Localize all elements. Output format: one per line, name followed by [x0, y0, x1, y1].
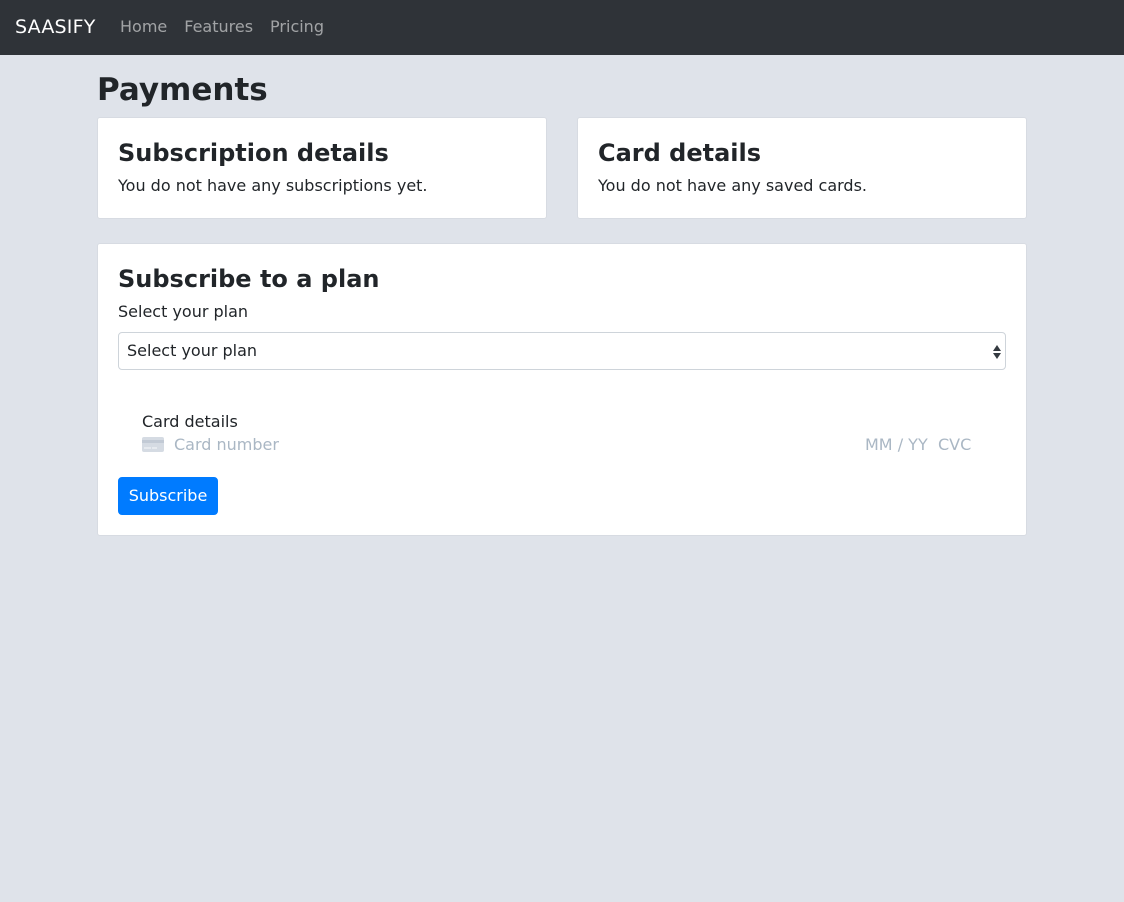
subscription-details-title: Subscription details: [118, 139, 389, 167]
subscribe-button[interactable]: Subscribe: [118, 477, 218, 515]
card-details-label: Card details: [142, 412, 238, 431]
brand-link[interactable]: SAASIFY: [15, 14, 96, 40]
subscription-details-card: Subscription details You do not have any…: [97, 117, 547, 219]
navbar: SAASIFY Home Features Pricing: [0, 0, 1124, 55]
nav-links: Home Features Pricing: [120, 16, 341, 38]
subscribe-plan-card: Subscribe to a plan Select your plan Sel…: [97, 243, 1027, 536]
saved-cards-card: Card details You do not have any saved c…: [577, 117, 1027, 219]
saved-cards-message: You do not have any saved cards.: [598, 176, 867, 195]
page-title: Payments: [97, 72, 268, 108]
nav-link-pricing[interactable]: Pricing: [270, 16, 324, 38]
select-arrows-icon: [993, 345, 1001, 359]
card-cvc-input[interactable]: CVC: [938, 434, 971, 456]
subscribe-plan-title: Subscribe to a plan: [118, 265, 380, 293]
saved-cards-title: Card details: [598, 139, 762, 167]
plan-select-value: Select your plan: [127, 341, 258, 360]
nav-link-features[interactable]: Features: [184, 16, 253, 38]
subscription-details-message: You do not have any subscriptions yet.: [118, 176, 428, 195]
nav-link-home[interactable]: Home: [120, 16, 167, 38]
card-number-input[interactable]: Card number: [174, 434, 279, 456]
credit-card-icon: [142, 437, 164, 452]
plan-select[interactable]: Select your plan: [118, 332, 1006, 370]
card-expiry-input[interactable]: MM / YY: [865, 434, 928, 456]
plan-select-label: Select your plan: [118, 302, 249, 321]
